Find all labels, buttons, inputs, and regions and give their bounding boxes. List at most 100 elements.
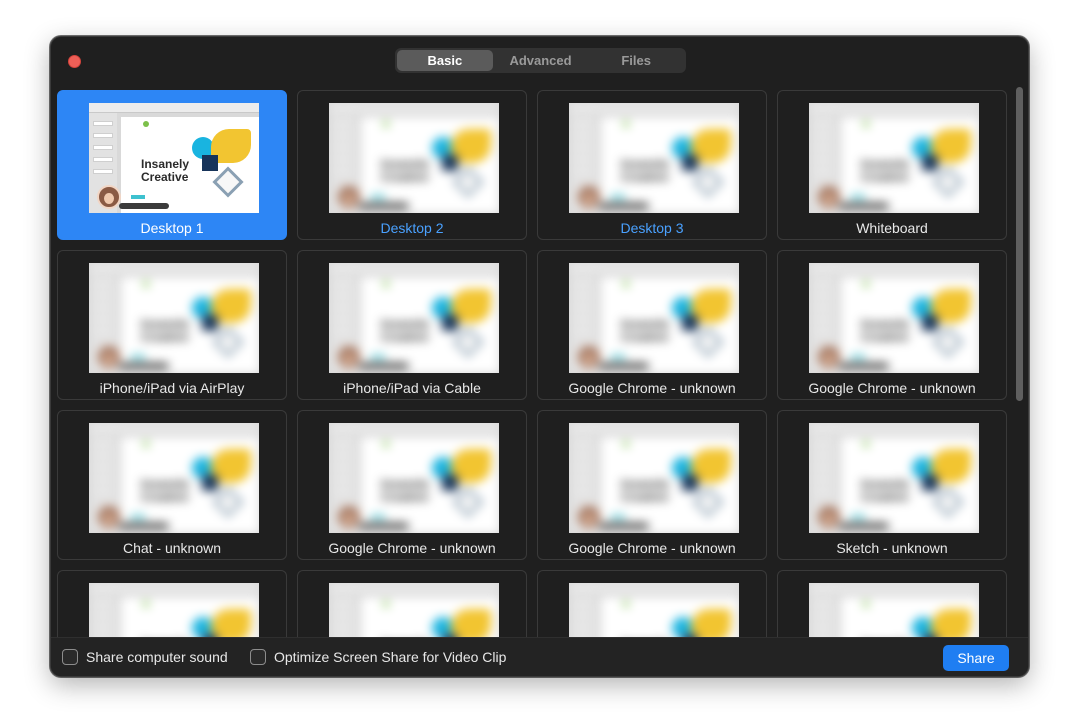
thumbnail-navy-shape — [442, 315, 458, 331]
thumbnail-slide-text: Insanely Creative — [381, 477, 430, 504]
share-source-thumbnail: Insanely Creative — [89, 103, 259, 213]
share-source-tile[interactable]: Insanely Creative Google Chrome - unknow… — [297, 410, 527, 560]
share-source-tile[interactable]: Insanely Creative — [297, 570, 527, 637]
thumbnail-browser-bar — [329, 583, 499, 593]
thumbnail-browser-bar — [569, 263, 739, 273]
thumbnail-navy-shape — [202, 315, 218, 331]
thumbnail-navy-shape — [442, 475, 458, 491]
tab-files[interactable]: Files — [588, 50, 684, 71]
share-source-label: Desktop 2 — [380, 220, 444, 236]
thumbnail-avatar — [817, 345, 841, 369]
thumbnail-controls-bar — [839, 363, 889, 369]
thumbnail-slide-text: Insanely Creative — [141, 477, 190, 504]
share-computer-sound-checkbox[interactable] — [62, 649, 78, 665]
thumbnail-avatar — [577, 345, 601, 369]
tab-basic[interactable]: Basic — [397, 50, 493, 71]
thumbnail-controls-bar — [359, 523, 409, 529]
optimize-video-clip-label: Optimize Screen Share for Video Clip — [274, 649, 507, 665]
thumbnail-browser-bar — [809, 583, 979, 593]
thumbnail-browser-bar — [809, 263, 979, 273]
share-source-thumbnail: Insanely Creative — [809, 103, 979, 213]
share-source-tile[interactable]: Insanely Creative Desktop 3 — [537, 90, 767, 240]
thumbnail-slide-text: Insanely Creative — [861, 157, 910, 184]
thumbnail-browser-bar — [89, 103, 259, 113]
thumbnail-avatar — [577, 505, 601, 529]
share-source-label: Desktop 1 — [140, 220, 204, 236]
thumbnail-browser-bar — [569, 103, 739, 113]
thumbnail-browser-bar — [329, 103, 499, 113]
share-button[interactable]: Share — [943, 645, 1009, 671]
share-source-tile[interactable]: Insanely Creative Desktop 1 — [57, 90, 287, 240]
thumbnail-slide-text: Insanely Creative — [381, 317, 430, 344]
share-source-thumbnail: Insanely Creative — [569, 583, 739, 637]
thumbnail-controls-bar — [119, 363, 169, 369]
share-source-thumbnail: Insanely Creative — [89, 583, 259, 637]
share-source-tile[interactable]: Insanely Creative Google Chrome - unknow… — [537, 250, 767, 400]
thumbnail-navy-shape — [682, 475, 698, 491]
thumbnail-browser-bar — [89, 423, 259, 433]
thumbnail-yellow-shape — [451, 609, 491, 637]
optimize-video-clip-checkbox[interactable] — [250, 649, 266, 665]
share-source-thumbnail: Insanely Creative — [569, 423, 739, 533]
share-source-thumbnail: Insanely Creative — [89, 423, 259, 533]
thumbnail-controls-bar — [359, 363, 409, 369]
share-source-tile[interactable]: Insanely Creative Google Chrome - unknow… — [777, 250, 1007, 400]
thumbnail-controls-bar — [599, 203, 649, 209]
share-source-label: Google Chrome - unknown — [568, 540, 736, 556]
grid-scrollbar[interactable] — [1015, 85, 1025, 637]
thumbnail-slide-text: Insanely Creative — [861, 477, 910, 504]
share-source-tile[interactable]: Insanely Creative Sketch - unknown — [777, 410, 1007, 560]
thumbnail-browser-bar — [89, 583, 259, 593]
share-source-label: Google Chrome - unknown — [328, 540, 496, 556]
share-computer-sound-label: Share computer sound — [86, 649, 228, 665]
scrollbar-thumb[interactable] — [1016, 87, 1023, 401]
thumbnail-slide-text: Insanely Creative — [141, 157, 190, 184]
share-source-label: Google Chrome - unknown — [808, 380, 976, 396]
thumbnail-navy-shape — [682, 155, 698, 171]
share-source-grid-area: Insanely Creative Desktop 1 Insanely Cre… — [51, 89, 1028, 637]
thumbnail-controls-bar — [359, 203, 409, 209]
share-source-tile[interactable]: Insanely Creative Chat - unknown — [57, 410, 287, 560]
share-source-tile[interactable]: Insanely Creative Whiteboard — [777, 90, 1007, 240]
thumbnail-slide-text: Insanely Creative — [621, 477, 670, 504]
share-source-thumbnail: Insanely Creative — [329, 423, 499, 533]
thumbnail-avatar — [97, 345, 121, 369]
share-source-tile[interactable]: Insanely Creative Desktop 2 — [297, 90, 527, 240]
share-source-thumbnail: Insanely Creative — [569, 103, 739, 213]
share-source-thumbnail: Insanely Creative — [329, 263, 499, 373]
share-source-tile[interactable]: Insanely Creative — [777, 570, 1007, 637]
thumbnail-yellow-shape — [211, 609, 251, 637]
share-source-tile[interactable]: Insanely Creative — [537, 570, 767, 637]
thumbnail-navy-shape — [922, 475, 938, 491]
share-source-thumbnail: Insanely Creative — [569, 263, 739, 373]
thumbnail-navy-shape — [682, 315, 698, 331]
thumbnail-slide-text: Insanely Creative — [621, 317, 670, 344]
thumbnail-slide-text: Insanely Creative — [141, 317, 190, 344]
thumbnail-navy-shape — [442, 155, 458, 171]
tab-advanced[interactable]: Advanced — [493, 50, 589, 71]
thumbnail-avatar — [817, 505, 841, 529]
share-source-label: iPhone/iPad via AirPlay — [99, 380, 245, 396]
thumbnail-slide-sidebar — [809, 593, 837, 637]
share-footer: Share computer sound Optimize Screen Sha… — [51, 637, 1028, 676]
thumbnail-browser-bar — [809, 423, 979, 433]
share-source-thumbnail: Insanely Creative — [809, 263, 979, 373]
share-source-grid: Insanely Creative Desktop 1 Insanely Cre… — [57, 90, 1007, 637]
share-source-tile[interactable]: Insanely Creative iPhone/iPad via AirPla… — [57, 250, 287, 400]
close-window-button[interactable] — [68, 55, 81, 68]
share-source-tile[interactable]: Insanely Creative Google Chrome - unknow… — [537, 410, 767, 560]
thumbnail-avatar — [337, 185, 361, 209]
thumbnail-slide-text: Insanely Creative — [861, 317, 910, 344]
thumbnail-slide-sidebar — [89, 593, 117, 637]
share-source-label: iPhone/iPad via Cable — [343, 380, 481, 396]
thumbnail-controls-bar — [599, 523, 649, 529]
thumbnail-yellow-shape — [691, 609, 731, 637]
thumbnail-slide-text: Insanely Creative — [381, 157, 430, 184]
share-source-tile[interactable]: Insanely Creative iPhone/iPad via Cable — [297, 250, 527, 400]
thumbnail-avatar — [97, 185, 121, 209]
thumbnail-navy-shape — [922, 155, 938, 171]
thumbnail-slide-sidebar — [329, 593, 357, 637]
thumbnail-slide-sidebar — [569, 593, 597, 637]
thumbnail-browser-bar — [329, 423, 499, 433]
share-source-tile[interactable]: Insanely Creative — [57, 570, 287, 637]
